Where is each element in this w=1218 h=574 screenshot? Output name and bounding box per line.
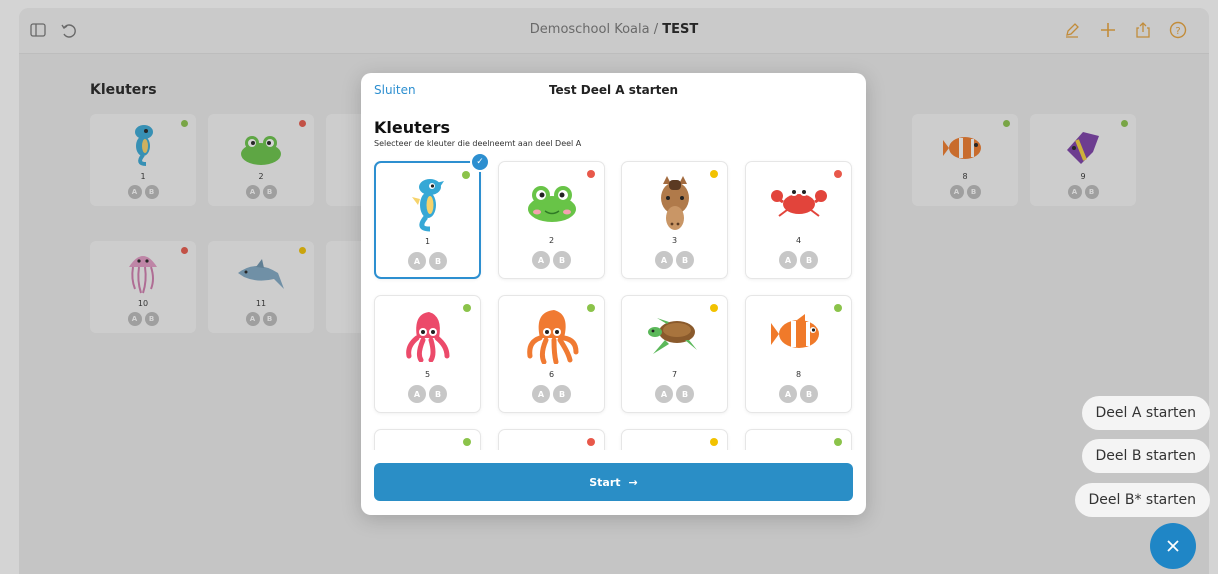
status-dot — [710, 438, 718, 446]
student-card-6[interactable]: 6 AB — [498, 295, 605, 413]
turtle-icon — [647, 316, 703, 362]
start-part-b-button[interactable]: Deel B starten — [1081, 439, 1210, 473]
student-card-12[interactable] — [745, 429, 852, 450]
part-a-badge: A — [532, 251, 550, 269]
student-number: 6 — [548, 370, 555, 379]
part-b-badge: B — [429, 252, 447, 270]
student-card-4[interactable]: 4 AB — [745, 161, 852, 279]
part-a-badge: A — [655, 385, 673, 403]
part-a-badge: A — [532, 385, 550, 403]
status-dot — [462, 171, 470, 179]
part-a-badge: A — [779, 385, 797, 403]
student-card-3[interactable]: 3 AB — [621, 161, 728, 279]
start-button-label: Start — [589, 475, 621, 489]
student-card-11[interactable] — [621, 429, 728, 450]
starfish-icon — [771, 442, 827, 450]
part-b-badge: B — [800, 385, 818, 403]
clownfish-icon — [770, 314, 827, 358]
dolphin-icon — [655, 442, 695, 450]
status-dot — [710, 304, 718, 312]
student-number: 5 — [424, 370, 431, 379]
status-dot — [587, 304, 595, 312]
student-grid[interactable]: 1 AB 2 AB 3 AB 4 AB 5 A B 6 A B 7 A B 8 … — [361, 153, 866, 450]
status-dot — [834, 438, 842, 446]
part-a-badge: A — [408, 252, 426, 270]
close-icon — [1167, 536, 1179, 557]
student-number: 7 — [671, 370, 678, 379]
student-card-7[interactable]: 7 AB — [621, 295, 728, 413]
start-part-b-star-button[interactable]: Deel B* starten — [1074, 483, 1210, 517]
status-dot — [463, 304, 471, 312]
status-dot — [834, 304, 842, 312]
student-card-8[interactable]: 8 AB — [745, 295, 852, 413]
status-dot — [587, 170, 595, 178]
start-part-a-button[interactable]: Deel A starten — [1081, 396, 1210, 430]
arrow-right-icon: → — [628, 475, 638, 489]
start-test-modal: Sluiten Test Deel A starten Kleuters Sel… — [361, 73, 866, 515]
part-b-badge: B — [676, 251, 694, 269]
jellyfish-icon — [537, 442, 567, 450]
status-dot — [710, 170, 718, 178]
close-actions-button[interactable] — [1150, 523, 1196, 569]
student-card-2[interactable]: 2 AB — [498, 161, 605, 279]
part-b-badge: B — [553, 385, 571, 403]
modal-subtitle: Selecteer de kleuter die deelneemt aan d… — [374, 139, 582, 148]
status-dot — [463, 438, 471, 446]
octopus-icon — [524, 308, 580, 368]
horse-icon — [655, 176, 695, 236]
part-b-badge: B — [676, 385, 694, 403]
part-b-badge: B — [553, 251, 571, 269]
status-dot — [834, 170, 842, 178]
student-card-1[interactable]: 1 AB — [374, 161, 481, 279]
student-card-5[interactable]: 5 AB — [374, 295, 481, 413]
angelfish-icon — [408, 442, 448, 450]
student-card-10[interactable] — [498, 429, 605, 450]
modal-heading: Kleuters — [374, 118, 451, 137]
part-b-badge: B — [429, 385, 447, 403]
student-number: 8 — [795, 370, 802, 379]
part-b-badge: B — [800, 251, 818, 269]
start-button[interactable]: Start → — [374, 463, 853, 501]
part-a-badge: A — [408, 385, 426, 403]
student-card-9[interactable] — [374, 429, 481, 450]
part-a-badge: A — [779, 251, 797, 269]
student-number: 4 — [795, 236, 802, 245]
squid-icon — [403, 310, 453, 366]
part-a-badge: A — [655, 251, 673, 269]
student-number: 3 — [671, 236, 678, 245]
student-number: 2 — [548, 236, 555, 245]
checkmark-icon: ✓ — [470, 152, 490, 172]
seahorse-icon — [408, 175, 448, 237]
frog-icon — [525, 184, 579, 228]
crab-icon — [769, 184, 829, 222]
modal-title: Test Deel A starten — [548, 83, 679, 97]
student-number: 1 — [424, 237, 431, 246]
status-dot — [587, 438, 595, 446]
